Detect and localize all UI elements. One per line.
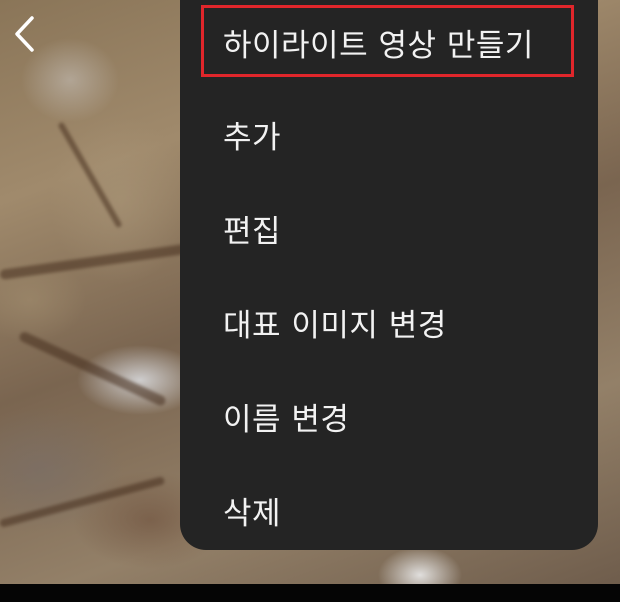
context-menu: 하이라이트 영상 만들기 추가 편집 대표 이미지 변경 이름 변경 삭제 <box>180 0 598 550</box>
menu-item-label: 이름 변경 <box>223 401 350 438</box>
menu-item-label: 하이라이트 영상 만들기 <box>223 27 534 64</box>
menu-item-rename[interactable]: 이름 변경 <box>180 376 598 456</box>
menu-item-create-highlight-video[interactable]: 하이라이트 영상 만들기 <box>180 2 598 82</box>
menu-item-label: 대표 이미지 변경 <box>223 307 447 344</box>
menu-item-add[interactable]: 추가 <box>180 94 598 174</box>
blurred-branch <box>57 121 123 229</box>
menu-item-delete[interactable]: 삭제 <box>180 470 598 550</box>
menu-item-change-cover-image[interactable]: 대표 이미지 변경 <box>180 282 598 362</box>
menu-item-label: 편집 <box>223 213 282 250</box>
menu-item-edit[interactable]: 편집 <box>180 188 598 268</box>
blurred-branch <box>0 476 166 528</box>
bottom-bar <box>0 584 620 602</box>
menu-item-label: 삭제 <box>223 495 282 532</box>
screen: 하이라이트 영상 만들기 추가 편집 대표 이미지 변경 이름 변경 삭제 <box>0 0 620 602</box>
blurred-branch <box>17 330 168 408</box>
chevron-left-icon <box>15 16 34 52</box>
back-button[interactable] <box>6 12 42 56</box>
menu-item-label: 추가 <box>223 119 282 156</box>
